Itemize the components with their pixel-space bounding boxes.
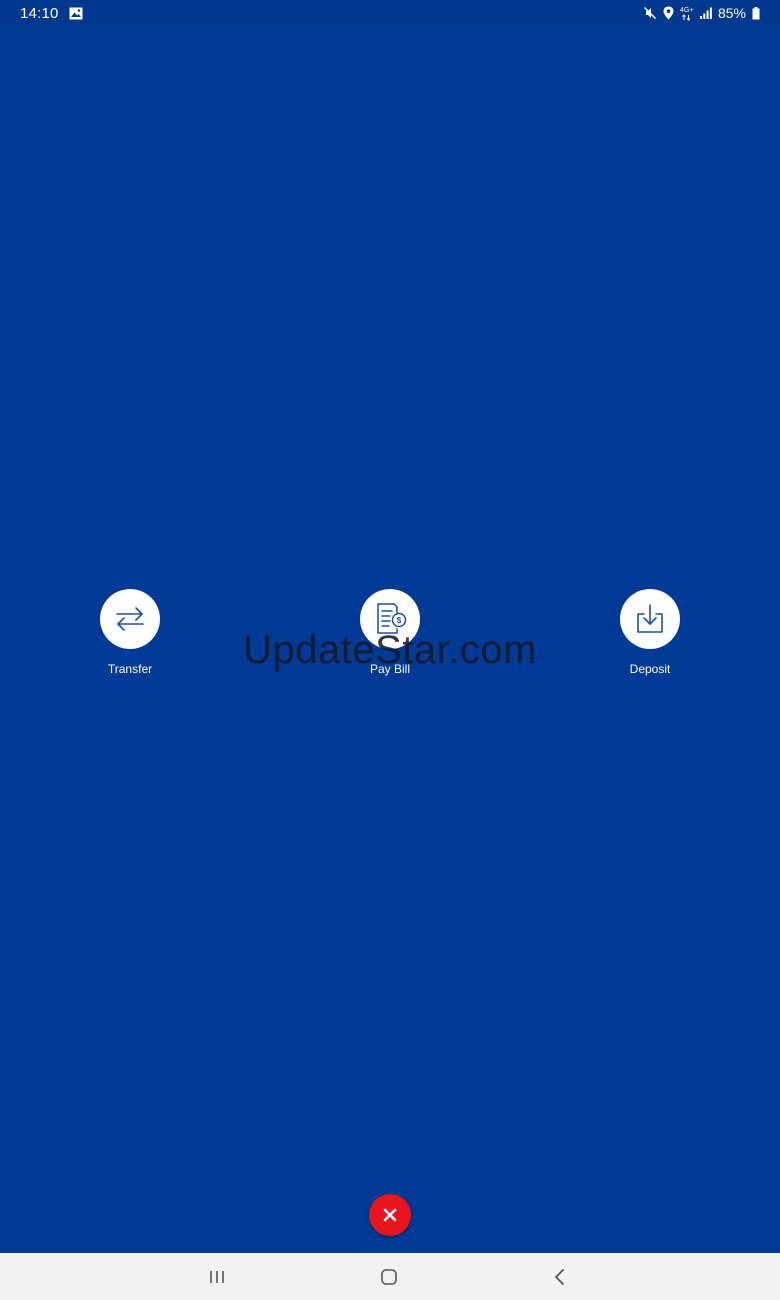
quick-actions: Transfer $ Pay Bill Deposit [0,589,780,699]
status-bar: 14:10 4G+ 85% [0,0,780,26]
deposit-label: Deposit [629,662,671,676]
pay-bill-circle[interactable]: $ [360,589,420,649]
recent-apps-button[interactable] [177,1253,257,1300]
home-button[interactable] [349,1253,429,1300]
deposit-button[interactable]: Deposit [590,589,710,676]
svg-text:$: $ [397,616,402,625]
back-icon [555,1268,564,1285]
svg-text:4G+: 4G+ [680,7,693,14]
signal-icon [699,7,712,19]
status-time: 14:10 [20,4,59,22]
gallery-icon [69,7,83,20]
home-icon [381,1268,397,1285]
transfer-icon [116,607,144,631]
location-icon [663,6,674,20]
deposit-circle[interactable] [620,589,680,649]
battery-icon [752,6,760,20]
navigation-bar [0,1253,780,1300]
pay-bill-icon: $ [377,603,407,634]
status-left: 14:10 [20,5,83,22]
network-4g-icon: 4G+ [680,5,694,21]
pay-bill-label: Pay Bill [369,662,410,676]
close-icon [383,1208,397,1222]
battery-percentage: 85% [717,5,746,21]
close-button[interactable] [369,1194,411,1236]
transfer-label: Transfer [107,662,153,676]
pay-bill-button[interactable]: $ Pay Bill [330,589,450,676]
transfer-button[interactable]: Transfer [70,589,190,676]
status-right: 4G+ 85% [643,5,760,21]
recent-apps-icon [210,1270,224,1283]
deposit-icon [637,604,663,633]
mute-icon [643,6,657,20]
back-button[interactable] [520,1253,600,1300]
transfer-circle[interactable] [100,589,160,649]
